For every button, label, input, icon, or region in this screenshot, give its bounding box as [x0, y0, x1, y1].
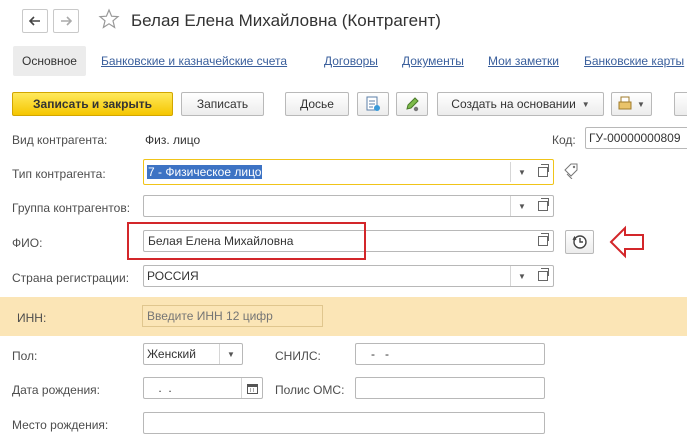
- inn-label: ИНН:: [17, 311, 47, 325]
- chevron-down-icon[interactable]: ▼: [510, 266, 533, 286]
- gender-label: Пол:: [12, 349, 38, 363]
- birthdate-label: Дата рождения:: [12, 383, 100, 397]
- type-label: Тип контрагента:: [12, 167, 106, 181]
- document-report-icon: [366, 96, 380, 111]
- gender-select[interactable]: Женский ▼: [143, 343, 243, 365]
- print-icon: [618, 96, 632, 110]
- save-close-button[interactable]: Записать и закрыть: [12, 92, 173, 116]
- birthdate-value: . .: [155, 381, 172, 395]
- fio-label: ФИО:: [12, 236, 43, 250]
- oms-field[interactable]: [355, 377, 545, 399]
- tab-my-notes[interactable]: Мои заметки: [488, 54, 559, 68]
- group-select[interactable]: ▼: [143, 195, 554, 217]
- kind-label: Вид контрагента:: [12, 133, 108, 147]
- page-title: Белая Елена Михайловна (Контрагент): [131, 11, 441, 30]
- open-icon[interactable]: [533, 266, 553, 286]
- gender-value: Женский: [147, 347, 196, 361]
- tab-bank-accounts[interactable]: Банковские и казначейские счета: [101, 54, 287, 68]
- create-based-on-button[interactable]: Создать на основании ▼: [437, 92, 604, 116]
- chevron-down-icon[interactable]: ▼: [510, 196, 533, 216]
- tab-main[interactable]: Основное: [13, 46, 86, 76]
- open-icon[interactable]: [533, 231, 553, 251]
- save-button[interactable]: Записать: [181, 92, 264, 116]
- country-value: РОССИЯ: [147, 269, 199, 283]
- snils-value: - -: [371, 347, 389, 361]
- calendar-icon[interactable]: [241, 378, 262, 398]
- create-based-on-label: Создать на основании: [451, 97, 576, 111]
- tab-contracts[interactable]: Договоры: [324, 54, 378, 68]
- pencil-icon: [406, 97, 419, 112]
- back-button[interactable]: [22, 9, 48, 33]
- birthdate-field[interactable]: . .: [143, 377, 263, 399]
- birthplace-field[interactable]: [143, 412, 545, 434]
- tag-icon[interactable]: [563, 163, 579, 182]
- fio-history-button[interactable]: [565, 230, 594, 254]
- kind-value: Физ. лицо: [145, 133, 201, 147]
- chevron-down-icon[interactable]: ▼: [219, 344, 242, 364]
- code-value: ГУ-00000000809: [589, 131, 681, 145]
- snils-label: СНИЛС:: [275, 349, 321, 363]
- favorite-star-icon[interactable]: [98, 8, 120, 33]
- birthplace-label: Место рождения:: [12, 418, 109, 432]
- arrow-left-icon: [29, 16, 40, 26]
- snils-field[interactable]: - -: [355, 343, 545, 365]
- more-button[interactable]: [674, 92, 687, 116]
- chevron-down-icon: ▼: [581, 99, 590, 109]
- open-icon[interactable]: [533, 162, 553, 182]
- forward-button[interactable]: [53, 9, 79, 33]
- report-button[interactable]: [357, 92, 389, 116]
- country-select[interactable]: РОССИЯ ▼: [143, 265, 554, 287]
- chevron-down-icon: ▼: [637, 99, 645, 109]
- group-label: Группа контрагентов:: [12, 201, 131, 215]
- print-menu-button[interactable]: ▼: [611, 92, 652, 116]
- country-label: Страна регистрации:: [12, 271, 130, 285]
- edit-button[interactable]: [396, 92, 428, 116]
- oms-label: Полис ОМС:: [275, 383, 345, 397]
- history-clock-icon: [572, 235, 587, 249]
- chevron-down-icon[interactable]: ▼: [510, 162, 533, 182]
- tab-bank-cards[interactable]: Банковские карты: [584, 54, 684, 68]
- open-icon[interactable]: [533, 196, 553, 216]
- fio-highlight-frame: [127, 222, 366, 260]
- annotation-arrow-icon: [609, 224, 645, 263]
- inn-input[interactable]: [142, 305, 323, 327]
- dossier-button[interactable]: Досье: [285, 92, 349, 116]
- code-label: Код:: [552, 133, 576, 147]
- arrow-right-icon: [61, 16, 72, 26]
- type-select[interactable]: 7 - Физическое лицо ▼: [143, 159, 554, 185]
- inn-section: [0, 297, 687, 336]
- type-value: 7 - Физическое лицо: [147, 165, 263, 179]
- code-field[interactable]: ГУ-00000000809: [585, 127, 687, 149]
- tab-documents[interactable]: Документы: [402, 54, 464, 68]
